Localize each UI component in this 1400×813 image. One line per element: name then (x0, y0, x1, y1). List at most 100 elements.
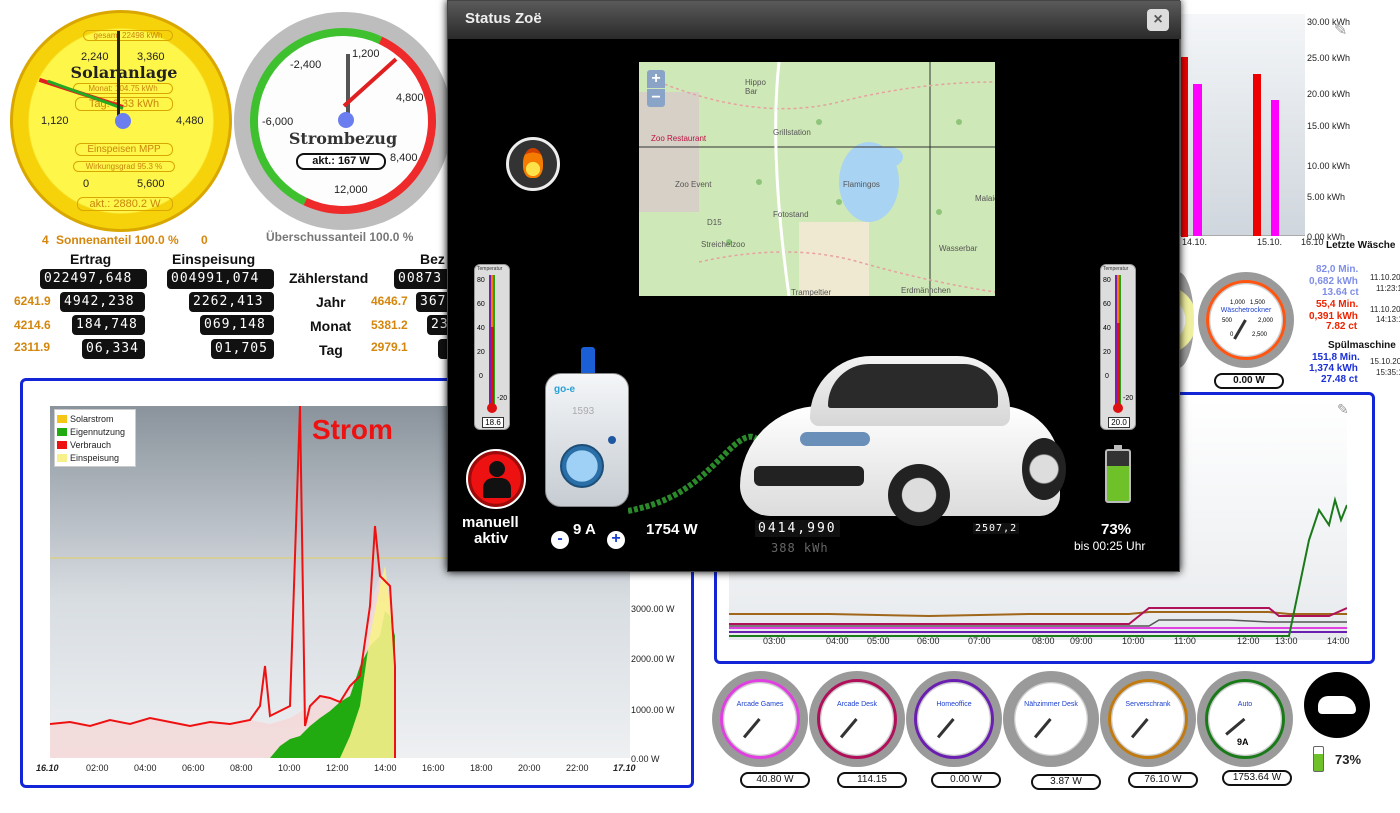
map-zoom-in[interactable]: + (647, 70, 665, 88)
thermo-tick: 40 (477, 325, 485, 332)
bez-side-tag: 2979.1 (371, 340, 408, 354)
gauge-arcade-desk: Arcade Desk (809, 671, 905, 767)
wt-tick: 1,500 (1250, 300, 1266, 306)
gauge-label: Auto (1237, 701, 1253, 708)
einspeisung-zaehler: 004991,074 (167, 269, 274, 289)
car-image (730, 336, 1070, 546)
map-label: Fotostand (773, 210, 809, 219)
legend-solarstrom[interactable]: Solarstrom (57, 412, 133, 425)
wt-tick: 1,000 (1230, 300, 1246, 306)
map-label: D15 (707, 218, 722, 227)
strom-hub (338, 112, 354, 128)
einspeisung-monat: 069,148 (200, 315, 274, 335)
car-window (828, 364, 998, 408)
red-ct: 7.82 ct (1326, 321, 1358, 332)
amp-plus-button[interactable]: + (607, 531, 625, 549)
ertrag-monat: 184,748 (72, 315, 145, 335)
car-button[interactable] (1304, 672, 1370, 738)
kwh-bar-red (1253, 74, 1261, 236)
legend-eigennutzung[interactable]: Eigennutzung (57, 425, 133, 438)
manual-mode-button[interactable] (466, 449, 526, 509)
bez-side-jahr: 4646.7 (371, 294, 408, 308)
battery-cap (1114, 445, 1122, 449)
sonnenanteil: Sonnenanteil 100.0 % (56, 233, 179, 247)
strom-tick: 4,800 (396, 92, 424, 104)
strom-xtick: 10:00 (278, 763, 301, 773)
gauge-value: 0.00 W (931, 772, 1001, 788)
strom-xtick: 12:00 (326, 763, 349, 773)
gauge-value: 3.87 W (1031, 774, 1101, 790)
wt-tick: 2,000 (1258, 318, 1274, 324)
kwh-ytick: 10.00 kWh (1307, 161, 1351, 171)
lines-xtick: 04:00 (826, 636, 849, 646)
waesche-time: 11:23:1 (1376, 284, 1400, 293)
header-ertrag: Ertrag (70, 251, 112, 267)
red-min: 55,4 Min. (1316, 299, 1359, 310)
solar-gesamt: gesamt 22498 kWh (83, 30, 173, 41)
legend-einspeisung[interactable]: Einspeisung (57, 451, 133, 464)
amp-value: 9 A (573, 521, 596, 538)
modal-close-button[interactable]: × (1147, 9, 1169, 31)
gauge-value: 1753.64 W (1222, 770, 1292, 786)
sonnenanteil-left: 4 (42, 233, 49, 247)
wallbox-brand: go-e (554, 384, 576, 395)
waeschetrockner-label: Wäschetrockner (1220, 307, 1272, 314)
map[interactable]: Hippo Bar Zoo Restaurant Grillstation Zo… (639, 62, 995, 296)
legend-verbrauch[interactable]: Verbrauch (57, 438, 133, 451)
person-icon (489, 461, 505, 477)
gauge-value: 76.10 W (1128, 772, 1198, 788)
fire-button[interactable] (506, 137, 560, 191)
lines-xtick: 09:00 (1070, 636, 1093, 646)
solar-hub (115, 113, 131, 129)
thermo-tick: -20 (1123, 395, 1134, 402)
battery-small-icon (1313, 746, 1324, 772)
strom-tick: -2,400 (290, 59, 322, 71)
strom-ytick: 3000.00 W (631, 604, 675, 614)
map-label: Malaie (975, 194, 995, 203)
edit-pencil-icon[interactable]: ✎ (1337, 401, 1349, 418)
lines-xtick: 10:00 (1122, 636, 1145, 646)
strom-xtick: 06:00 (182, 763, 205, 773)
strom-xtick: 02:00 (86, 763, 109, 773)
blue-date: 15.10.20 (1370, 357, 1400, 366)
ertrag-side-monat: 4214.6 (14, 318, 51, 332)
strom-ytick: 2000.00 W (631, 654, 675, 664)
wallbox-power-button[interactable] (560, 444, 604, 488)
map-label: Zoo Restaurant (651, 134, 707, 143)
gauge-serverschrank: Serverschrank (1100, 671, 1196, 767)
strom-xtick: 16.10 (36, 763, 59, 773)
solar-gauge: 2,240 3,360 1,120 4,480 0 5,600 gesamt 2… (10, 10, 232, 232)
sonnenanteil-right: 0 (201, 233, 208, 247)
amp-minus-button[interactable]: - (551, 531, 569, 549)
solar-title: Solaranlage (70, 63, 178, 82)
gauge-value: 114.15 (837, 772, 907, 788)
lines-xtick: 08:00 (1032, 636, 1055, 646)
kwh-chart (1180, 14, 1305, 237)
gauge-label: Homeoffice (936, 701, 972, 708)
lines-xtick: 14:00 (1327, 636, 1350, 646)
map-zoom-out[interactable]: − (647, 89, 665, 107)
red-time: 14:13:1 (1376, 315, 1400, 324)
thermo-bulb (487, 403, 497, 413)
map-label: Trampeltier (791, 288, 832, 296)
thermo-tick: 80 (477, 277, 485, 284)
einspeisung-jahr: 2262,413 (189, 292, 274, 312)
kwh-ytick: 20.00 kWh (1307, 89, 1351, 99)
thermo-value: 18.6 (482, 417, 504, 428)
strom-needle (346, 54, 350, 120)
solar-monat: Monat: 104.75 kWh (73, 83, 173, 94)
thermo-value: 20.0 (1108, 417, 1130, 428)
map-label: Hippo Bar (745, 78, 766, 96)
header-bez: Bez (420, 251, 445, 267)
strombezug-akt: akt.: 167 W (296, 153, 386, 170)
car-wheel (888, 464, 950, 526)
row-jahr: Jahr (316, 294, 346, 310)
thermo-label: Temperatur (477, 266, 503, 272)
waeschetrockner-gauge: Wäschetrockner 1,000 1,500 500 2,000 0 2… (1198, 272, 1294, 368)
gauge-label: Arcade Desk (836, 701, 878, 708)
strom-xtick: 16:00 (422, 763, 445, 773)
edit-pencil-icon[interactable]: ✎ (1334, 20, 1347, 40)
thermo-tick: 0 (1105, 373, 1109, 380)
kwh-xtick: 15.10. (1257, 237, 1283, 247)
thermo-tick: 20 (1103, 349, 1111, 356)
